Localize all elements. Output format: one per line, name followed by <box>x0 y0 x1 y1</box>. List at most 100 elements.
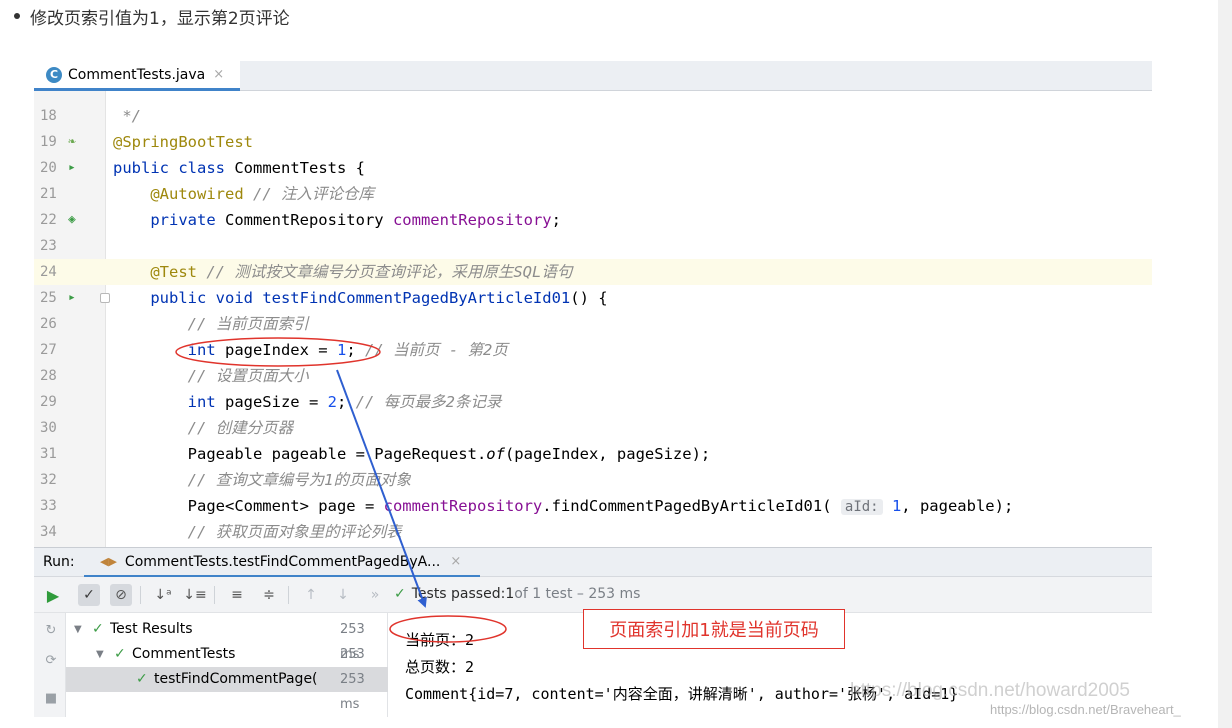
rerun-failed-icon[interactable]: ↻ <box>42 621 60 639</box>
code-line[interactable]: 27 int pageIndex = 1; // 当前页 - 第2页 <box>34 337 1152 363</box>
line-number: 30 <box>40 420 57 436</box>
code-token: CommentRepository <box>224 211 393 229</box>
previous-failed-icon[interactable]: ↑ <box>300 584 322 606</box>
fold-marker-icon[interactable] <box>100 293 110 303</box>
tree-row-label: Test Results <box>110 621 193 637</box>
run-method-icon[interactable]: ▸ <box>68 291 82 305</box>
stop-icon[interactable]: ■ <box>42 689 60 707</box>
code-line[interactable]: 31 Pageable pageable = PageRequest.of(pa… <box>34 441 1152 467</box>
passed-check-icon: ✓ <box>114 646 126 662</box>
run-toolbar: ▶ ✓ ⊘ ↓ᵃ ↓≡ ≡ ≑ ↑ ↓ » ✓ Tests passed: 1 … <box>34 577 1152 613</box>
code-line[interactable]: 34 // 获取页面对象里的评论列表 <box>34 519 1152 545</box>
passed-check-icon: ✓ <box>92 621 104 637</box>
code-line[interactable]: 32 // 查询文章编号为1的页面对象 <box>34 467 1152 493</box>
code-line[interactable]: 26 // 当前页面索引 <box>34 311 1152 337</box>
code-line[interactable]: 33 Page<Comment> page = commentRepositor… <box>34 493 1152 519</box>
test-results-tree: ▼✓Test Results253 ms▼✓CommentTests253 ms… <box>66 613 388 717</box>
more-icon[interactable]: » <box>364 584 386 606</box>
expand-arrow-icon[interactable]: ▼ <box>96 642 104 667</box>
code-token: .findCommentPagedByArticleId01( <box>542 497 841 515</box>
code-token: */ <box>113 107 141 125</box>
bullet-item: 修改页索引值为1，显示第2页评论 <box>14 4 290 29</box>
code-line[interactable]: 24 @Test // 测试按文章编号分页查询评论，采用原生SQL语句 <box>34 259 1152 285</box>
close-icon[interactable]: × <box>213 67 224 82</box>
code-line[interactable]: 18 */ <box>34 103 1152 129</box>
code-line[interactable]: 22 ◈ private CommentRepository commentRep… <box>34 207 1152 233</box>
file-tab-label: CommentTests.java <box>68 66 206 83</box>
line-number: 32 <box>40 472 57 488</box>
annotation-callout: 页面索引加1就是当前页码 <box>583 609 845 649</box>
line-number: 26 <box>40 316 57 332</box>
code-text: // 查询文章编号为1的页面对象 <box>113 467 411 493</box>
code-token: , pageable); <box>901 497 1014 515</box>
code-token: private <box>150 211 225 229</box>
collapse-all-icon[interactable]: ≑ <box>258 584 280 606</box>
tree-row[interactable]: ▼✓CommentTests253 ms <box>66 642 388 687</box>
code-line[interactable]: 19 ❧ @SpringBootTest <box>34 129 1152 155</box>
code-text: public void testFindCommentPagedByArticl… <box>113 285 608 311</box>
code-token: CommentTests { <box>234 159 365 177</box>
expand-arrow-icon[interactable]: ▼ <box>74 617 82 642</box>
code-editor[interactable]: 18 */ 19 ❧ @SpringBootTest 20 ▸ public class C… <box>34 91 1152 547</box>
code-token: pageSize = <box>224 393 328 411</box>
code-token: @Autowired <box>150 185 244 203</box>
passed-check-icon: ✓ <box>394 586 406 602</box>
run-panel-header: Run: ◀▶ CommentTests.testFindCommentPage… <box>34 547 1152 578</box>
close-icon[interactable]: × <box>450 554 461 569</box>
rerun-icon[interactable]: ▶ <box>42 584 64 606</box>
page-scrollbar[interactable] <box>1218 0 1232 728</box>
code-token: (pageIndex, pageSize); <box>504 445 711 463</box>
next-failed-icon[interactable]: ↓ <box>332 584 354 606</box>
autowired-bean-icon[interactable]: ◈ <box>68 213 82 227</box>
code-line[interactable]: 20 ▸ public class CommentTests { <box>34 155 1152 181</box>
sort-alpha-icon[interactable]: ↓ᵃ <box>152 584 174 606</box>
code-text: @Test // 测试按文章编号分页查询评论，采用原生SQL语句 <box>113 259 572 285</box>
code-line[interactable]: 28 // 设置页面大小 <box>34 363 1152 389</box>
code-line[interactable]: 25 ▸ public void testFindCommentPagedByAr… <box>34 285 1152 311</box>
code-line[interactable]: 21 @Autowired // 注入评论仓库 <box>34 181 1152 207</box>
code-text: Pageable pageable = PageRequest.of(pageI… <box>113 441 711 467</box>
file-tab-commenttests[interactable]: C CommentTests.java × <box>34 61 240 91</box>
code-token: Pageable pageable = PageRequest. <box>187 445 487 463</box>
toolbar-separator <box>288 586 289 604</box>
status-prefix: Tests passed: <box>411 586 506 602</box>
toggle-auto-test-icon[interactable]: ⟳ <box>42 651 60 669</box>
code-token: public void <box>150 289 263 307</box>
show-passed-icon[interactable]: ✓ <box>78 584 100 606</box>
code-token: testFindCommentPagedByArticleId01 <box>262 289 571 307</box>
code-token: // 查询文章编号为1的页面对象 <box>187 471 411 489</box>
code-token: 1 <box>336 341 347 359</box>
status-suffix: of 1 test – 253 ms <box>514 586 641 602</box>
expand-all-icon[interactable]: ≡ <box>226 584 248 606</box>
run-side-toolbar: ↻ ⟳ ■ <box>34 613 66 717</box>
code-token: pageIndex = <box>224 341 337 359</box>
tree-row[interactable]: ✓ testFindCommentPage(253 ms <box>66 667 388 712</box>
bullet-dot <box>14 13 20 19</box>
code-text: // 设置页面大小 <box>113 363 309 389</box>
line-number: 19 <box>40 134 57 150</box>
code-token: () { <box>570 289 608 307</box>
tree-row[interactable]: ▼ ✓ Test Results 253 ms <box>66 617 388 662</box>
sort-duration-icon[interactable]: ↓≡ <box>183 584 206 606</box>
code-text: // 创建分页器 <box>113 415 294 441</box>
code-line[interactable]: 29 int pageSize = 2; // 每页最多2条记录 <box>34 389 1152 415</box>
spring-bean-icon[interactable]: ❧ <box>68 135 82 149</box>
code-token: commentRepository <box>392 211 552 229</box>
run-class-icon[interactable]: ▸ <box>68 161 82 175</box>
code-line[interactable]: 23 <box>34 233 1152 259</box>
run-tab[interactable]: ◀▶ CommentTests.testFindCommentPagedByA.… <box>84 548 480 578</box>
line-number: 27 <box>40 342 57 358</box>
code-token: 1 <box>891 497 902 515</box>
watermark-primary: https://blog.csdn.net/howard2005 <box>850 680 1130 701</box>
code-token: int <box>187 393 225 411</box>
bullet-text: 修改页索引值为1，显示第2页评论 <box>30 8 290 29</box>
toolbar-separator <box>140 586 141 604</box>
code-line[interactable]: 30 // 创建分页器 <box>34 415 1152 441</box>
show-ignored-icon[interactable]: ⊘ <box>110 584 132 606</box>
